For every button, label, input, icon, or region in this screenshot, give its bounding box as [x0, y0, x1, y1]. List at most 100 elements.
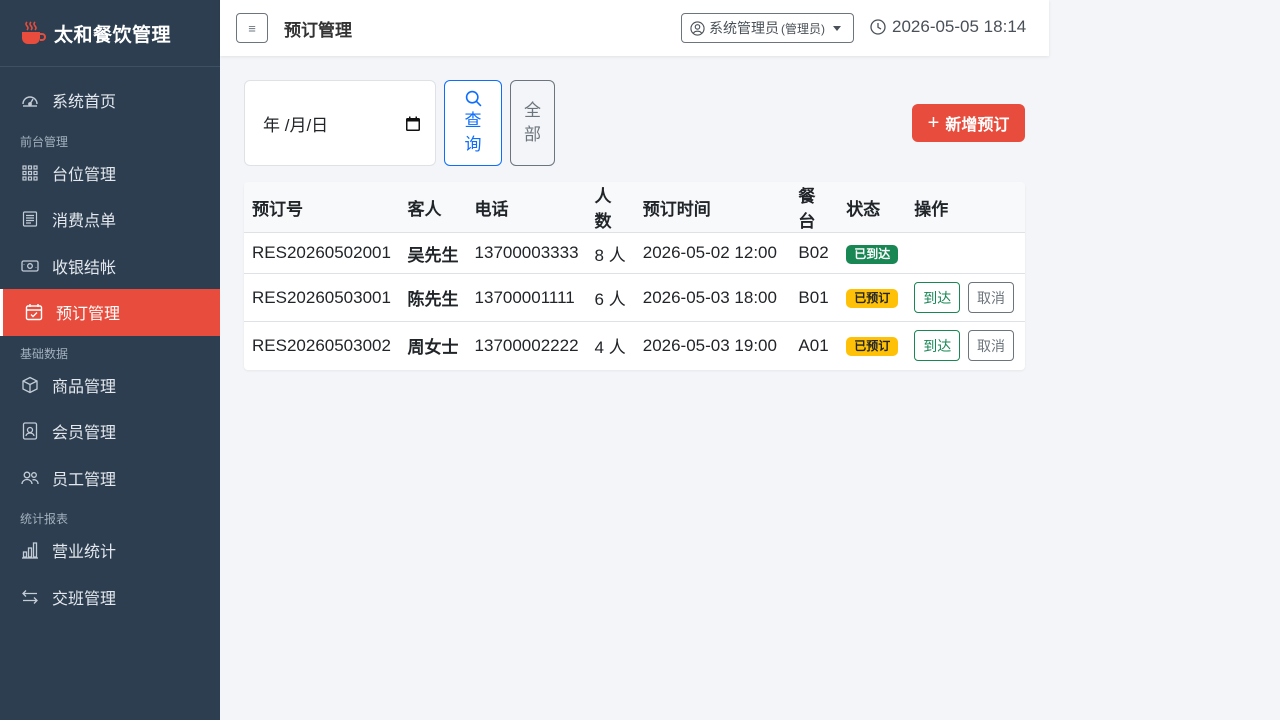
- column-header: 客人: [399, 182, 467, 233]
- sidebar: 太和餐饮管理 系统首页 前台管理 台位管理 消费点单 收银结帐 预订管理 基础数…: [0, 0, 220, 720]
- sidebar-item-reservations[interactable]: 预订管理: [0, 289, 220, 336]
- member-card-icon: [20, 421, 40, 441]
- dashboard-icon: [20, 90, 40, 110]
- user-role: (管理员): [781, 21, 825, 36]
- grid-icon: [20, 163, 40, 183]
- show-all-button[interactable]: 全 部: [510, 80, 555, 166]
- reservation-id: RES20260502001: [244, 232, 400, 274]
- add-reservation-button[interactable]: + 新增预订: [912, 104, 1025, 142]
- actions-cell: 到达 取消: [906, 322, 1025, 370]
- calendar-check-icon: [24, 302, 44, 322]
- sidebar-item-label: 营业统计: [52, 544, 117, 562]
- guest-phone: 13700003333: [466, 232, 587, 274]
- reservation-id: RES20260503001: [244, 273, 400, 322]
- brand[interactable]: 太和餐饮管理: [0, 0, 220, 67]
- column-header: 预订时间: [634, 182, 791, 233]
- sidebar-item-shift[interactable]: 交班管理: [0, 574, 220, 621]
- column-header: 预订号: [244, 182, 400, 233]
- date-filter-input[interactable]: 年 /月/日: [244, 80, 436, 166]
- top-bar: ≡ 预订管理 系统管理员 (管理员) 2026-05-05 18:14: [220, 0, 1049, 56]
- swap-icon: [20, 587, 40, 607]
- clock: 2026-05-05 18:14: [870, 17, 1026, 37]
- column-header: 餐台: [790, 182, 839, 233]
- guest-name: 吴先生: [399, 232, 467, 274]
- actions-cell: 到达 取消: [906, 273, 1025, 322]
- all-label-2: 部: [524, 125, 541, 144]
- status-badge: 已到达: [846, 244, 899, 264]
- nav-section-title: 前台管理: [20, 134, 69, 149]
- sidebar-item-label: 系统首页: [52, 94, 117, 112]
- sidebar-nav: 系统首页 前台管理 台位管理 消费点单 收银结帐 预订管理 基础数据 商品管理 …: [0, 67, 220, 620]
- query-label-1: 查: [464, 110, 482, 130]
- sidebar-item-stats[interactable]: 营业统计: [0, 527, 220, 574]
- table-number: B02: [790, 232, 839, 274]
- sidebar-item-tables[interactable]: 台位管理: [0, 150, 220, 197]
- sidebar-item-orders[interactable]: 消费点单: [0, 196, 220, 243]
- search-icon: [465, 90, 482, 107]
- table-row[interactable]: RES20260502001 吴先生 13700003333 8 人 2026-…: [244, 232, 1025, 274]
- all-label-1: 全: [524, 101, 541, 120]
- cash-icon: [20, 256, 40, 276]
- reservation-time: 2026-05-02 12:00: [634, 232, 791, 274]
- plus-icon: +: [927, 112, 940, 134]
- table-number: A01: [798, 335, 829, 355]
- coffee-cup-icon: [22, 21, 46, 44]
- people-icon: [20, 468, 40, 488]
- column-header: 操作: [906, 182, 1025, 233]
- menu-toggle-button[interactable]: ≡: [236, 13, 268, 43]
- guest-phone: 13700001111: [466, 273, 587, 322]
- sidebar-item-label: 预订管理: [56, 306, 121, 324]
- calendar-icon[interactable]: [405, 116, 421, 132]
- sidebar-item-label: 交班管理: [52, 590, 117, 608]
- sidebar-item-label: 消费点单: [52, 213, 117, 231]
- bar-chart-icon: [20, 540, 40, 560]
- party-size: 4 人: [594, 338, 626, 358]
- column-header: 人数: [586, 182, 635, 233]
- sidebar-item-label: 会员管理: [52, 425, 117, 443]
- table-header-row: 预订号 客人 电话 人数 预订时间 餐台 状态 操作: [244, 182, 1025, 233]
- reservations-table: 预订号 客人 电话 人数 预订时间 餐台 状态 操作 RES2026050200…: [244, 182, 1025, 370]
- add-reservation-label: 新增预订: [945, 117, 1010, 134]
- sidebar-item-label: 台位管理: [52, 166, 117, 184]
- user-name: 系统管理员: [709, 20, 779, 36]
- table-row[interactable]: RES20260503002 周女士 13700002222 4 人 2026-…: [244, 322, 1025, 370]
- sidebar-item-label: 员工管理: [52, 471, 117, 489]
- sidebar-item-label: 收银结帐: [52, 259, 117, 277]
- guest-phone: 13700002222: [474, 335, 579, 355]
- sidebar-item-members[interactable]: 会员管理: [0, 408, 220, 455]
- actions-cell: [906, 232, 1025, 274]
- app-name: 太和餐饮管理: [54, 24, 172, 46]
- column-header: 状态: [838, 182, 907, 233]
- current-datetime: 2026-05-05 18:14: [892, 17, 1027, 36]
- nav-section-title: 统计报表: [20, 512, 69, 526]
- box-icon: [20, 375, 40, 395]
- cancel-button[interactable]: 取消: [968, 282, 1014, 313]
- party-size: 8 人: [586, 232, 635, 274]
- clock-icon: [870, 19, 886, 35]
- cancel-button[interactable]: 取消: [968, 330, 1014, 362]
- reservation-id: RES20260503002: [252, 335, 391, 355]
- query-label-2: 询: [464, 134, 482, 154]
- sidebar-item-label: 商品管理: [52, 378, 117, 396]
- user-dropdown[interactable]: 系统管理员 (管理员): [681, 13, 854, 43]
- arrive-button[interactable]: 到达: [914, 282, 961, 313]
- guest-name: 陈先生: [399, 273, 467, 322]
- column-header: 电话: [466, 182, 587, 233]
- arrive-button[interactable]: 到达: [914, 330, 961, 362]
- chevron-down-icon: [833, 25, 841, 31]
- status-badge: 已预订: [846, 337, 899, 357]
- user-circle-icon: [690, 20, 705, 36]
- page-title: 预订管理: [284, 20, 352, 40]
- sidebar-item-products[interactable]: 商品管理: [0, 362, 220, 409]
- reservation-time: 2026-05-03 19:00: [642, 335, 777, 355]
- guest-name: 周女士: [407, 338, 459, 358]
- date-placeholder: 年 /月/日: [263, 115, 329, 135]
- sidebar-item-home[interactable]: 系统首页: [0, 77, 220, 124]
- table-number: B01: [790, 273, 839, 322]
- reservation-time: 2026-05-03 18:00: [634, 273, 791, 322]
- hamburger-icon: ≡: [248, 20, 256, 36]
- query-button[interactable]: 查 询: [444, 80, 502, 166]
- sidebar-item-cashier[interactable]: 收银结帐: [0, 243, 220, 290]
- table-row[interactable]: RES20260503001 陈先生 13700001111 6 人 2026-…: [244, 273, 1025, 322]
- sidebar-item-staff[interactable]: 员工管理: [0, 455, 220, 502]
